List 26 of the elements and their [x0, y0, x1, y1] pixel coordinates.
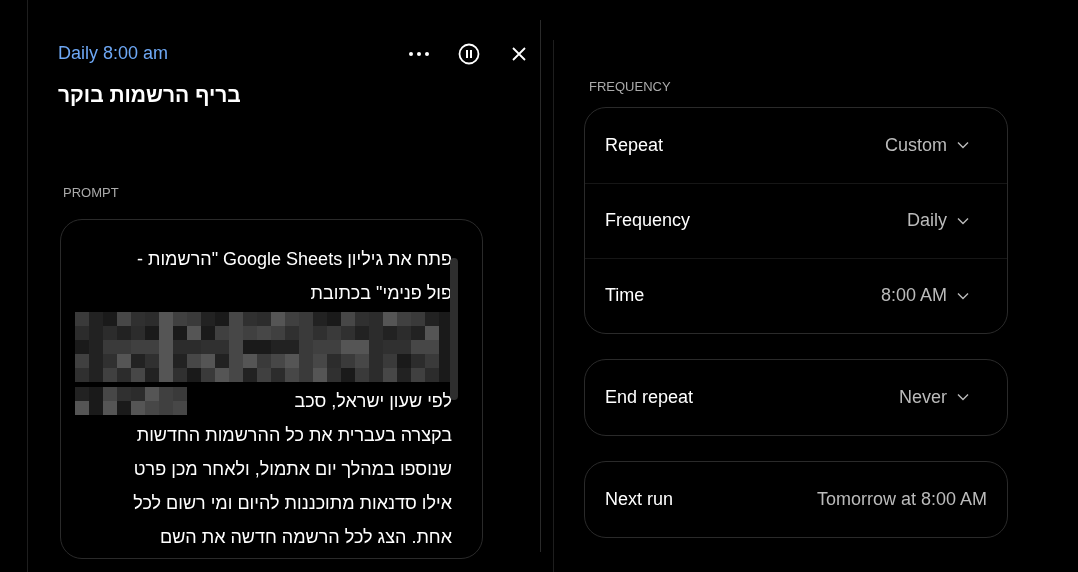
prompt-line: פתח את גיליון Google Sheets "הרשמות - — [136, 248, 452, 271]
setting-dropdown[interactable]: 8:00 AM — [880, 282, 969, 309]
task-title: בריף הרשמות בוקר — [58, 82, 241, 108]
section-label: PROMPT — [63, 183, 119, 202]
setting-dropdown[interactable]: Daily — [907, 207, 969, 234]
scrollbar[interactable] — [450, 258, 458, 400]
chevron-down-icon — [957, 216, 969, 225]
chevron-down-icon — [957, 393, 969, 401]
prompt-line: לפי שעון ישראל, סכב — [294, 390, 452, 413]
prompt-field[interactable] — [60, 219, 483, 559]
chevron-down-icon — [957, 141, 969, 149]
prompt-line: אחת. הצג לכל הרשמה חדשה את השם — [158, 526, 452, 549]
prompt-line: בקצרה בעברית את כל ההרשמות החדשות — [135, 424, 452, 447]
prompt-line: שנוספו במהלך יום אתמול, ולאחר מכן פרט — [132, 458, 452, 481]
setting-value: Tomorrow at 8:00 AM — [816, 487, 987, 511]
schedule-label: Daily 8:00 am — [58, 42, 169, 65]
setting-dropdown[interactable]: Never — [899, 383, 969, 411]
prompt-line: אילו סדנאות מתוכננות להיום ומי רשום לכל — [132, 492, 452, 515]
section-label: FREQUENCY — [589, 78, 672, 96]
setting-label: Next run — [605, 487, 674, 511]
setting-label: Time — [605, 284, 645, 307]
setting-label: End repeat — [605, 385, 694, 409]
setting-label: Repeat — [605, 133, 664, 157]
setting-label: Frequency — [605, 209, 691, 232]
setting-dropdown[interactable]: Custom — [885, 131, 969, 159]
chevron-down-icon — [957, 291, 969, 300]
